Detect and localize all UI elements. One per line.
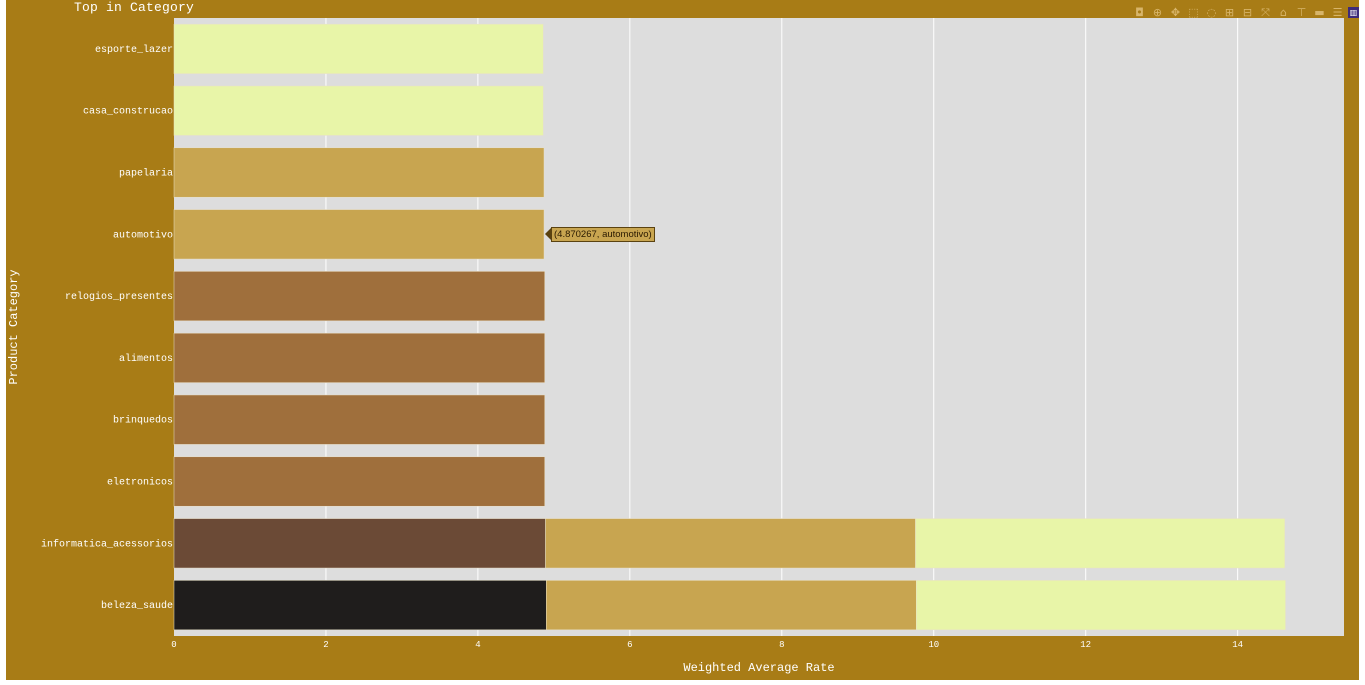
bar-beleza_saude[interactable] [916, 580, 1286, 631]
reset-axes-icon[interactable]: ⌂ [1276, 5, 1291, 20]
y-tick-label: beleza_saude [101, 600, 173, 612]
x-tick-label: 12 [1080, 640, 1091, 650]
modebar: ◘ ⊕ ✥ ⬚ ◌ ⊞ ⊟ ⤧ ⌂ ⊤ ▬ ☰ ▥ [1132, 4, 1359, 20]
zoom-in-icon[interactable]: ⊞ [1222, 5, 1237, 20]
y-tick-label: eletronicos [107, 477, 173, 489]
bar-informatica_acessorios[interactable] [915, 518, 1285, 569]
y-tick-label: alimentos [119, 353, 173, 365]
camera-icon[interactable]: ◘ [1132, 5, 1147, 20]
x-tick-label: 0 [171, 640, 176, 650]
hover-label: (4.870267, automotivo) [551, 227, 655, 242]
x-axis-title: Weighted Average Rate [683, 661, 834, 675]
bar-relogios_presentes[interactable] [173, 271, 546, 322]
bar-papelaria[interactable] [173, 147, 545, 198]
x-tick-label: 4 [475, 640, 480, 650]
bar-alimentos[interactable] [173, 332, 546, 383]
box-select-icon[interactable]: ⬚ [1186, 5, 1201, 20]
pan-icon[interactable]: ✥ [1168, 5, 1183, 20]
bar-beleza_saude[interactable] [173, 580, 547, 631]
y-tick-label: casa_construcao [83, 107, 173, 118]
x-tick-label: 8 [779, 640, 784, 650]
bar-casa_construcao[interactable] [173, 85, 544, 136]
bar-informatica_acessorios[interactable] [173, 518, 546, 569]
bar-informatica_acessorios[interactable] [545, 518, 916, 569]
y-tick-label: relogios_presentes [65, 291, 173, 303]
chart-title: Top in Category [74, 0, 195, 15]
bar-beleza_saude[interactable] [546, 580, 917, 631]
x-tick-label: 2 [323, 640, 328, 650]
zoom-out-icon[interactable]: ⊟ [1240, 5, 1255, 20]
y-axis-title: Product Category [7, 269, 21, 384]
bar-esporte_lazer[interactable] [173, 23, 544, 74]
x-tick-label: 6 [627, 640, 632, 650]
spike-lines-icon[interactable]: ⊤ [1294, 5, 1309, 20]
y-tick-label: esporte_lazer [95, 44, 173, 56]
lasso-select-icon[interactable]: ◌ [1204, 5, 1219, 20]
bar-chart[interactable]: 0 2 4 6 8 10 12 14 esporte_lazer casa_construcaop… [0, 0, 1365, 685]
x-tick-label: 10 [928, 640, 939, 650]
hover-compare-icon[interactable]: ☰ [1330, 5, 1345, 20]
hover-closest-icon[interactable]: ▬ [1312, 5, 1327, 20]
x-tick-label: 14 [1232, 640, 1243, 650]
plotly-logo-icon[interactable]: ▥ [1348, 6, 1359, 18]
y-tick-label: papelaria [119, 168, 173, 180]
bar-eletronicos[interactable] [173, 456, 546, 507]
bar-automotivo[interactable] [173, 209, 545, 260]
y-tick-label: brinquedos [113, 415, 173, 427]
y-tick-label: informatica_acessorios [41, 538, 173, 550]
autoscale-icon[interactable]: ⤧ [1258, 5, 1273, 20]
bar-brinquedos[interactable] [173, 394, 546, 445]
y-tick-label: automotivo [113, 229, 173, 241]
zoom-icon[interactable]: ⊕ [1150, 5, 1165, 20]
